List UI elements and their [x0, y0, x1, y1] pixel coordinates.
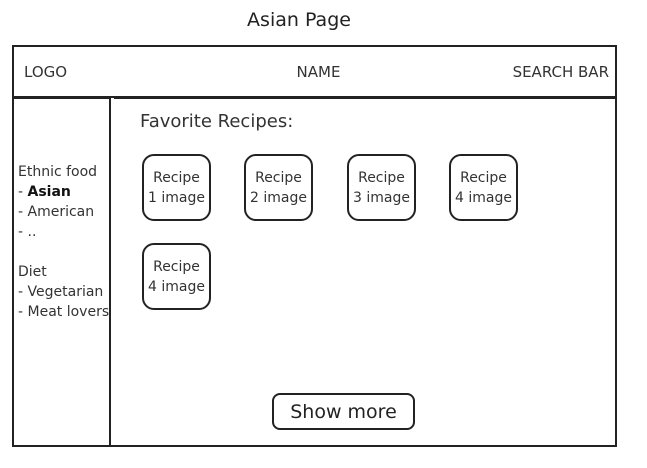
- search-bar[interactable]: SEARCH BAR: [513, 63, 609, 81]
- item-prefix: -: [18, 224, 28, 240]
- sidebar-item-vegetarian[interactable]: - Vegetarian: [18, 282, 103, 302]
- sidebar-item-label: Vegetarian: [27, 284, 104, 300]
- recipe-card[interactable]: Recipe 4 image: [449, 154, 518, 221]
- recipe-card-line: 1 image: [148, 189, 205, 206]
- sidebar-item-label: American: [27, 204, 95, 220]
- recipe-card-line: Recipe: [153, 169, 200, 186]
- sidebar-item-label: ..: [27, 224, 37, 240]
- header-bar: LOGO NAME SEARCH BAR: [12, 45, 617, 98]
- show-more-button[interactable]: Show more: [272, 393, 415, 430]
- recipe-card-line: 4 image: [455, 189, 512, 206]
- recipe-card-line: 3 image: [353, 189, 410, 206]
- recipe-card[interactable]: Recipe 3 image: [347, 154, 416, 221]
- sidebar-item-more[interactable]: - ..: [18, 222, 36, 242]
- item-prefix: -: [18, 184, 28, 200]
- item-prefix: -: [18, 304, 28, 320]
- recipe-card-line: Recipe: [153, 258, 200, 275]
- ethnic-food-heading: Ethnic food: [18, 164, 98, 180]
- sidebar: Ethnic food - Asian - American - .. Diet…: [12, 97, 111, 445]
- recipe-card-line: Recipe: [460, 169, 507, 186]
- sidebar-item-meat-lovers[interactable]: - Meat lovers: [18, 302, 109, 322]
- item-prefix: -: [18, 284, 28, 300]
- sidebar-item-label: Meat lovers: [27, 304, 110, 320]
- favorites-title: Favorite Recipes:: [140, 111, 294, 132]
- recipe-card-line: 2 image: [250, 189, 307, 206]
- page-title: Asian Page: [247, 9, 351, 31]
- sidebar-item-asian[interactable]: - Asian: [18, 182, 71, 202]
- recipe-card[interactable]: Recipe 2 image: [244, 154, 313, 221]
- sidebar-item-american[interactable]: - American: [18, 202, 94, 222]
- content-frame: Ethnic food - Asian - American - .. Diet…: [12, 97, 617, 447]
- item-prefix: -: [18, 204, 28, 220]
- sidebar-item-label: Asian: [27, 184, 71, 200]
- recipe-card-line: 4 image: [148, 278, 205, 295]
- recipe-card-line: Recipe: [358, 169, 405, 186]
- recipe-card[interactable]: Recipe 4 image: [142, 243, 211, 310]
- recipe-card[interactable]: Recipe 1 image: [142, 154, 211, 221]
- recipe-card-line: Recipe: [255, 169, 302, 186]
- diet-heading: Diet: [18, 264, 47, 280]
- main-content: Favorite Recipes: Recipe 1 image Recipe …: [114, 97, 615, 447]
